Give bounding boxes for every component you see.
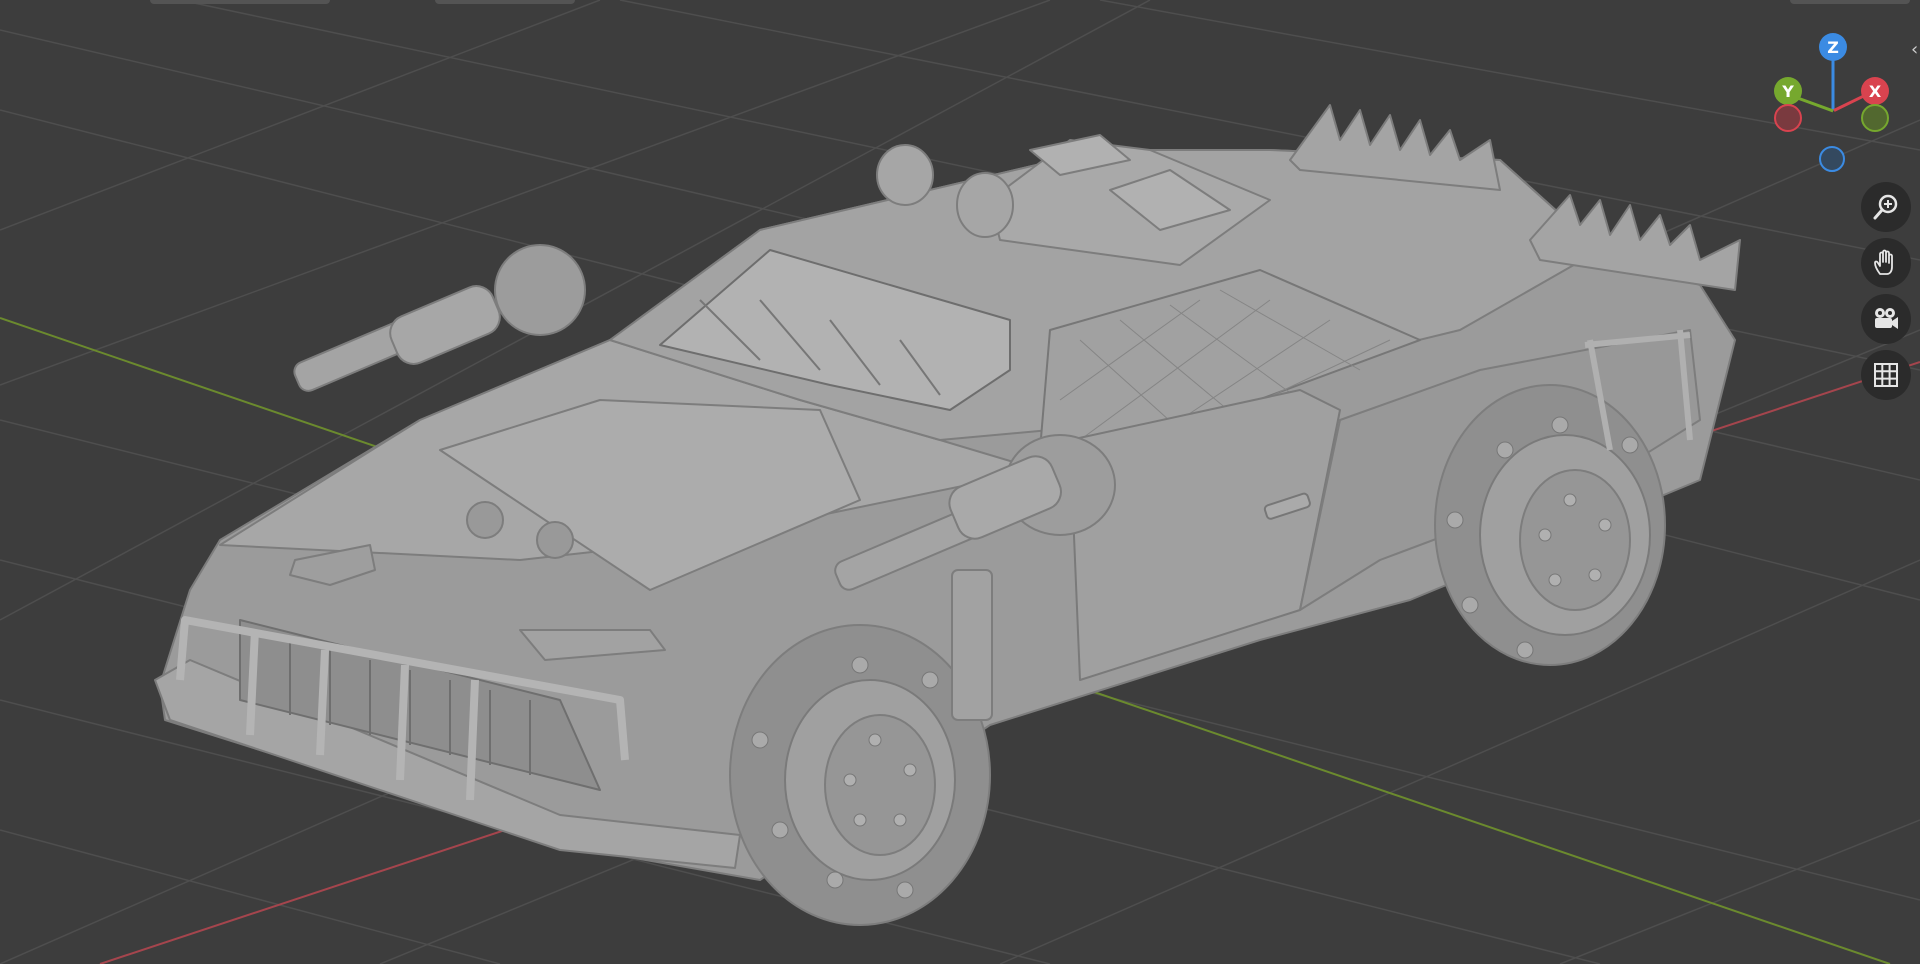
sidebar-toggle-handle[interactable]: ‹ [1911, 38, 1920, 62]
navigation-gizmo[interactable]: Z Y X [1760, 30, 1890, 180]
grid-icon [1874, 363, 1898, 387]
gizmo-y-button[interactable]: Y [1774, 77, 1802, 105]
gizmo-x-label: X [1868, 81, 1882, 101]
gizmo-x-button[interactable]: X [1861, 77, 1889, 105]
camera-icon [1875, 308, 1898, 329]
pan-button[interactable] [1861, 238, 1911, 288]
gizmo-z-label: Z [1827, 37, 1839, 57]
hand-icon [1874, 249, 1893, 275]
gizmo-z-button[interactable]: Z [1819, 33, 1847, 61]
3d-viewport[interactable] [0, 0, 1920, 964]
gizmo-neg-x-button[interactable] [1774, 104, 1802, 132]
gizmo-y-label: Y [1782, 81, 1794, 101]
zoom-in-icon [1873, 194, 1898, 220]
gizmo-neg-y-button[interactable] [1861, 104, 1889, 132]
camera-view-button[interactable] [1861, 294, 1911, 344]
header-stub-right [1790, 0, 1910, 4]
header-stub-center [435, 0, 575, 4]
rear-wheel [1434, 384, 1666, 666]
ortho-toggle-button[interactable] [1861, 350, 1911, 400]
header-stub-left [150, 0, 330, 4]
vehicle-model [154, 104, 1741, 926]
gizmo-neg-z-button[interactable] [1819, 146, 1845, 172]
zoom-button[interactable] [1861, 182, 1911, 232]
gizmo-z-axis [1831, 58, 1835, 111]
viewport-canvas[interactable] [0, 0, 1920, 964]
